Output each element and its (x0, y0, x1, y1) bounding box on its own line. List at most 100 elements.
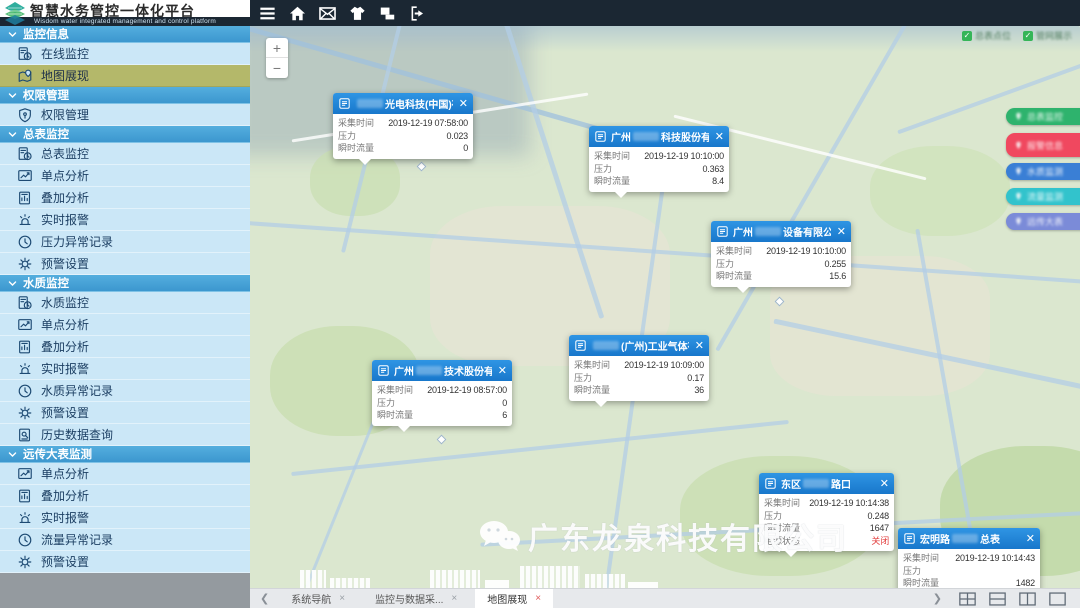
close-icon[interactable]: ✕ (878, 477, 889, 490)
legend-pill[interactable]: 报警信息 (1006, 133, 1080, 157)
sidebar-group-4[interactable]: 远传大表监测 (0, 446, 250, 463)
sidebar-item[interactable]: 权限管理 (0, 104, 250, 126)
legend-pill[interactable]: 流量监测 (1006, 188, 1080, 205)
sidebar-item[interactable]: 单点分析 (0, 463, 250, 485)
sidebar-item[interactable]: 实时报警 (0, 209, 250, 231)
logout-icon[interactable] (408, 4, 427, 23)
legend-pill[interactable]: 总表监控 (1006, 108, 1080, 125)
sidebar-item[interactable]: 叠加分析 (0, 485, 250, 507)
zoom-in-button[interactable]: + (266, 38, 288, 58)
sidebar-item[interactable]: 预警设置 (0, 253, 250, 275)
sidebar-item[interactable]: 叠加分析 (0, 187, 250, 209)
close-icon[interactable]: ✕ (835, 225, 846, 238)
popup-rows: 采集时间2019-12-19 08:57:00压力0瞬时流量6 (372, 381, 512, 426)
popup-row-value: 0.17 (592, 372, 704, 385)
layer-toggle[interactable]: ✓总表点位 (962, 29, 1011, 42)
menu-icon[interactable] (258, 4, 277, 23)
sidebar-item[interactable]: 水质监控 (0, 292, 250, 314)
redacted-text (755, 227, 781, 236)
single-window-icon[interactable] (1049, 592, 1066, 606)
map-pin-icon (17, 68, 33, 84)
tabs-scroll-right-icon[interactable]: ❯ (933, 592, 942, 605)
layout-icons (959, 592, 1066, 606)
sidebar-group-3[interactable]: 水质监控 (0, 275, 250, 292)
chevron-down-icon (7, 90, 18, 101)
sidebar-item[interactable]: 实时报警 (0, 358, 250, 380)
popup-row: 瞬时流量0 (338, 142, 468, 155)
tab-close-icon[interactable]: × (339, 593, 345, 604)
sidebar-item[interactable]: 预警设置 (0, 402, 250, 424)
window-layout-icon[interactable] (378, 4, 397, 23)
popup-row-value: 2019-12-19 10:14:38 (800, 497, 889, 510)
sidebar-item[interactable]: 水质异常记录 (0, 380, 250, 402)
popup-row-value: 0.023 (356, 130, 468, 143)
sidebar-item[interactable]: 历史数据查询 (0, 424, 250, 446)
sidebar-group-2[interactable]: 总表监控 (0, 126, 250, 143)
sidebar-item[interactable]: 在线监控 (0, 43, 250, 65)
list-doc-icon (594, 130, 607, 143)
popup-title-bar: 广州科技股份有✕ (589, 126, 729, 147)
redacted-text (416, 366, 442, 375)
redacted-text (803, 479, 829, 488)
home-icon[interactable] (288, 4, 307, 23)
list-doc-icon (903, 532, 916, 545)
chevron-down-icon (7, 129, 18, 140)
sidebar-group-1[interactable]: 权限管理 (0, 87, 250, 104)
split-vertical-icon[interactable] (1019, 592, 1036, 606)
sidebar-item-label: 预警设置 (41, 255, 89, 272)
split-horizontal-icon[interactable] (989, 592, 1006, 606)
close-icon[interactable]: ✕ (713, 130, 724, 143)
popup-title-bar: 广州技术股份有✕ (372, 360, 512, 381)
sidebar-item[interactable]: 单点分析 (0, 165, 250, 187)
map-info-popup: 广州科技股份有✕采集时间2019-12-19 10:10:00压力0.363瞬时… (589, 126, 729, 192)
popup-row: 压力0.255 (716, 258, 846, 271)
tabs-scroll-left-icon[interactable]: ❮ (250, 592, 279, 605)
tab-close-icon[interactable]: × (451, 593, 457, 604)
legend-pill[interactable]: 水质监测 (1006, 163, 1080, 180)
legend-pill[interactable]: 远传大表 (1006, 213, 1080, 230)
close-icon[interactable]: ✕ (457, 97, 468, 110)
popup-pointer (785, 551, 797, 557)
sidebar-group-0[interactable]: 监控信息 (0, 26, 250, 43)
sidebar-item-label: 实时报警 (41, 509, 89, 526)
map-zoom-control: + − (266, 38, 288, 78)
popup-row: 瞬时流量15.6 (716, 270, 846, 283)
map-info-popup: 广州设备有限公司✕采集时间2019-12-19 10:10:00压力0.255瞬… (711, 221, 851, 287)
popup-row-value: 8.4 (630, 175, 724, 188)
tab[interactable]: 地图展现× (475, 589, 553, 608)
close-icon[interactable]: ✕ (1024, 532, 1035, 545)
zoom-out-button[interactable]: − (266, 58, 288, 78)
tab-close-icon[interactable]: × (535, 593, 541, 604)
map-canvas[interactable]: + − ✓总表点位✓管网展示 总表监控报警信息水质监测流量监测远传大表 光电科技… (250, 26, 1080, 588)
popup-row-value: 0 (395, 397, 507, 410)
popup-pointer (737, 287, 749, 293)
popup-row: 电源状态关闭 (764, 535, 889, 548)
toolbar (258, 0, 427, 26)
sidebar-item[interactable]: 地图展现 (0, 65, 250, 87)
legend-pill-label: 水质监测 (1027, 165, 1063, 178)
popup-row-label: 采集时间 (338, 117, 374, 130)
close-icon[interactable]: ✕ (693, 339, 704, 352)
mail-icon[interactable] (318, 4, 337, 23)
sidebar-item[interactable]: 实时报警 (0, 507, 250, 529)
popup-row: 压力0.17 (574, 372, 704, 385)
sidebar-item[interactable]: 单点分析 (0, 314, 250, 336)
tab-label: 监控与数据采... (375, 591, 443, 606)
close-icon[interactable]: ✕ (496, 364, 507, 377)
sidebar-item[interactable]: 预警设置 (0, 551, 250, 573)
sidebar-item[interactable]: 压力异常记录 (0, 231, 250, 253)
sidebar-item[interactable]: 总表监控 (0, 143, 250, 165)
layer-toggle[interactable]: ✓管网展示 (1023, 29, 1072, 42)
tab[interactable]: 监控与数据采... × (363, 589, 469, 608)
popup-rows: 采集时间2019-12-19 10:10:00压力0.255瞬时流量15.6 (711, 242, 851, 287)
theme-shirt-icon[interactable] (348, 4, 367, 23)
sidebar-item[interactable]: 流量异常记录 (0, 529, 250, 551)
doc-chart-icon (17, 190, 33, 206)
gear-icon (17, 256, 33, 272)
map-info-popup: 广州技术股份有✕采集时间2019-12-19 08:57:00压力0瞬时流量6 (372, 360, 512, 426)
popup-row-value: 0.255 (734, 258, 846, 271)
sidebar-item-label: 地图展现 (41, 67, 89, 84)
sidebar-item[interactable]: 叠加分析 (0, 336, 250, 358)
grid-4-icon[interactable] (959, 592, 976, 606)
tab[interactable]: 系统导航× (279, 589, 357, 608)
